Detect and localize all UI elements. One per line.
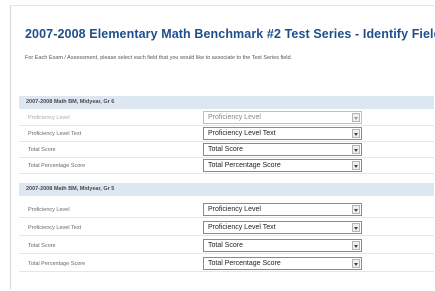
section-header-gr6: 2007-2008 Math BM, Midyear, Gr 6 bbox=[19, 96, 434, 109]
chevron-down-icon[interactable] bbox=[352, 223, 360, 232]
select-value: Proficiency Level bbox=[208, 114, 261, 121]
chevron-down-icon[interactable] bbox=[352, 205, 360, 214]
total-percentage-score-select[interactable]: Total Percentage Score bbox=[203, 159, 362, 172]
field-label: Proficiency Level Text bbox=[28, 131, 82, 137]
section-header-gr5: 2007-2008 Math BM, Midyear, Gr 5 bbox=[19, 183, 434, 196]
chevron-down-icon[interactable] bbox=[352, 241, 360, 250]
field-row: Total Score Total Score bbox=[19, 142, 434, 158]
field-label: Proficiency Level bbox=[28, 115, 70, 121]
chevron-down-icon[interactable] bbox=[352, 161, 360, 170]
chevron-down-icon[interactable] bbox=[352, 129, 360, 138]
field-label: Total Score bbox=[28, 243, 56, 249]
select-value: Total Percentage Score bbox=[208, 260, 281, 267]
field-row: Total Score Total Score bbox=[19, 238, 434, 254]
field-label: Total Percentage Score bbox=[28, 163, 86, 169]
proficiency-level-text-select[interactable]: Proficiency Level Text bbox=[203, 221, 362, 234]
field-label: Proficiency Level bbox=[28, 207, 70, 213]
select-value: Total Score bbox=[208, 242, 244, 249]
total-percentage-score-select[interactable]: Total Percentage Score bbox=[203, 257, 362, 270]
chevron-down-icon[interactable] bbox=[352, 145, 360, 154]
field-row: Proficiency Level Text Proficiency Level… bbox=[19, 220, 434, 236]
page-title: 2007-2008 Elementary Math Benchmark #2 T… bbox=[25, 27, 435, 41]
proficiency-level-select[interactable]: Proficiency Level bbox=[203, 203, 362, 216]
field-label: Total Percentage Score bbox=[28, 261, 86, 267]
select-value: Proficiency Level Text bbox=[208, 224, 276, 231]
select-value: Proficiency Level bbox=[208, 206, 261, 213]
select-value: Total Score bbox=[208, 146, 244, 153]
select-value: Proficiency Level Text bbox=[208, 130, 276, 137]
field-row: Proficiency Level Proficiency Level bbox=[19, 110, 434, 126]
field-row: Proficiency Level Proficiency Level bbox=[19, 202, 434, 218]
field-row: Proficiency Level Text Proficiency Level… bbox=[19, 126, 434, 142]
instructions-text: For Each Exam / Assessment, please selec… bbox=[25, 55, 293, 61]
proficiency-level-select[interactable]: Proficiency Level bbox=[203, 111, 362, 124]
field-label: Total Score bbox=[28, 147, 56, 153]
field-row: Total Percentage Score Total Percentage … bbox=[19, 158, 434, 174]
proficiency-level-text-select[interactable]: Proficiency Level Text bbox=[203, 127, 362, 140]
total-score-select[interactable]: Total Score bbox=[203, 143, 362, 156]
chevron-down-icon[interactable] bbox=[352, 113, 360, 122]
total-score-select[interactable]: Total Score bbox=[203, 239, 362, 252]
select-value: Total Percentage Score bbox=[208, 162, 281, 169]
chevron-down-icon[interactable] bbox=[352, 259, 360, 268]
field-label: Proficiency Level Text bbox=[28, 225, 82, 231]
field-row: Total Percentage Score Total Percentage … bbox=[19, 256, 434, 272]
